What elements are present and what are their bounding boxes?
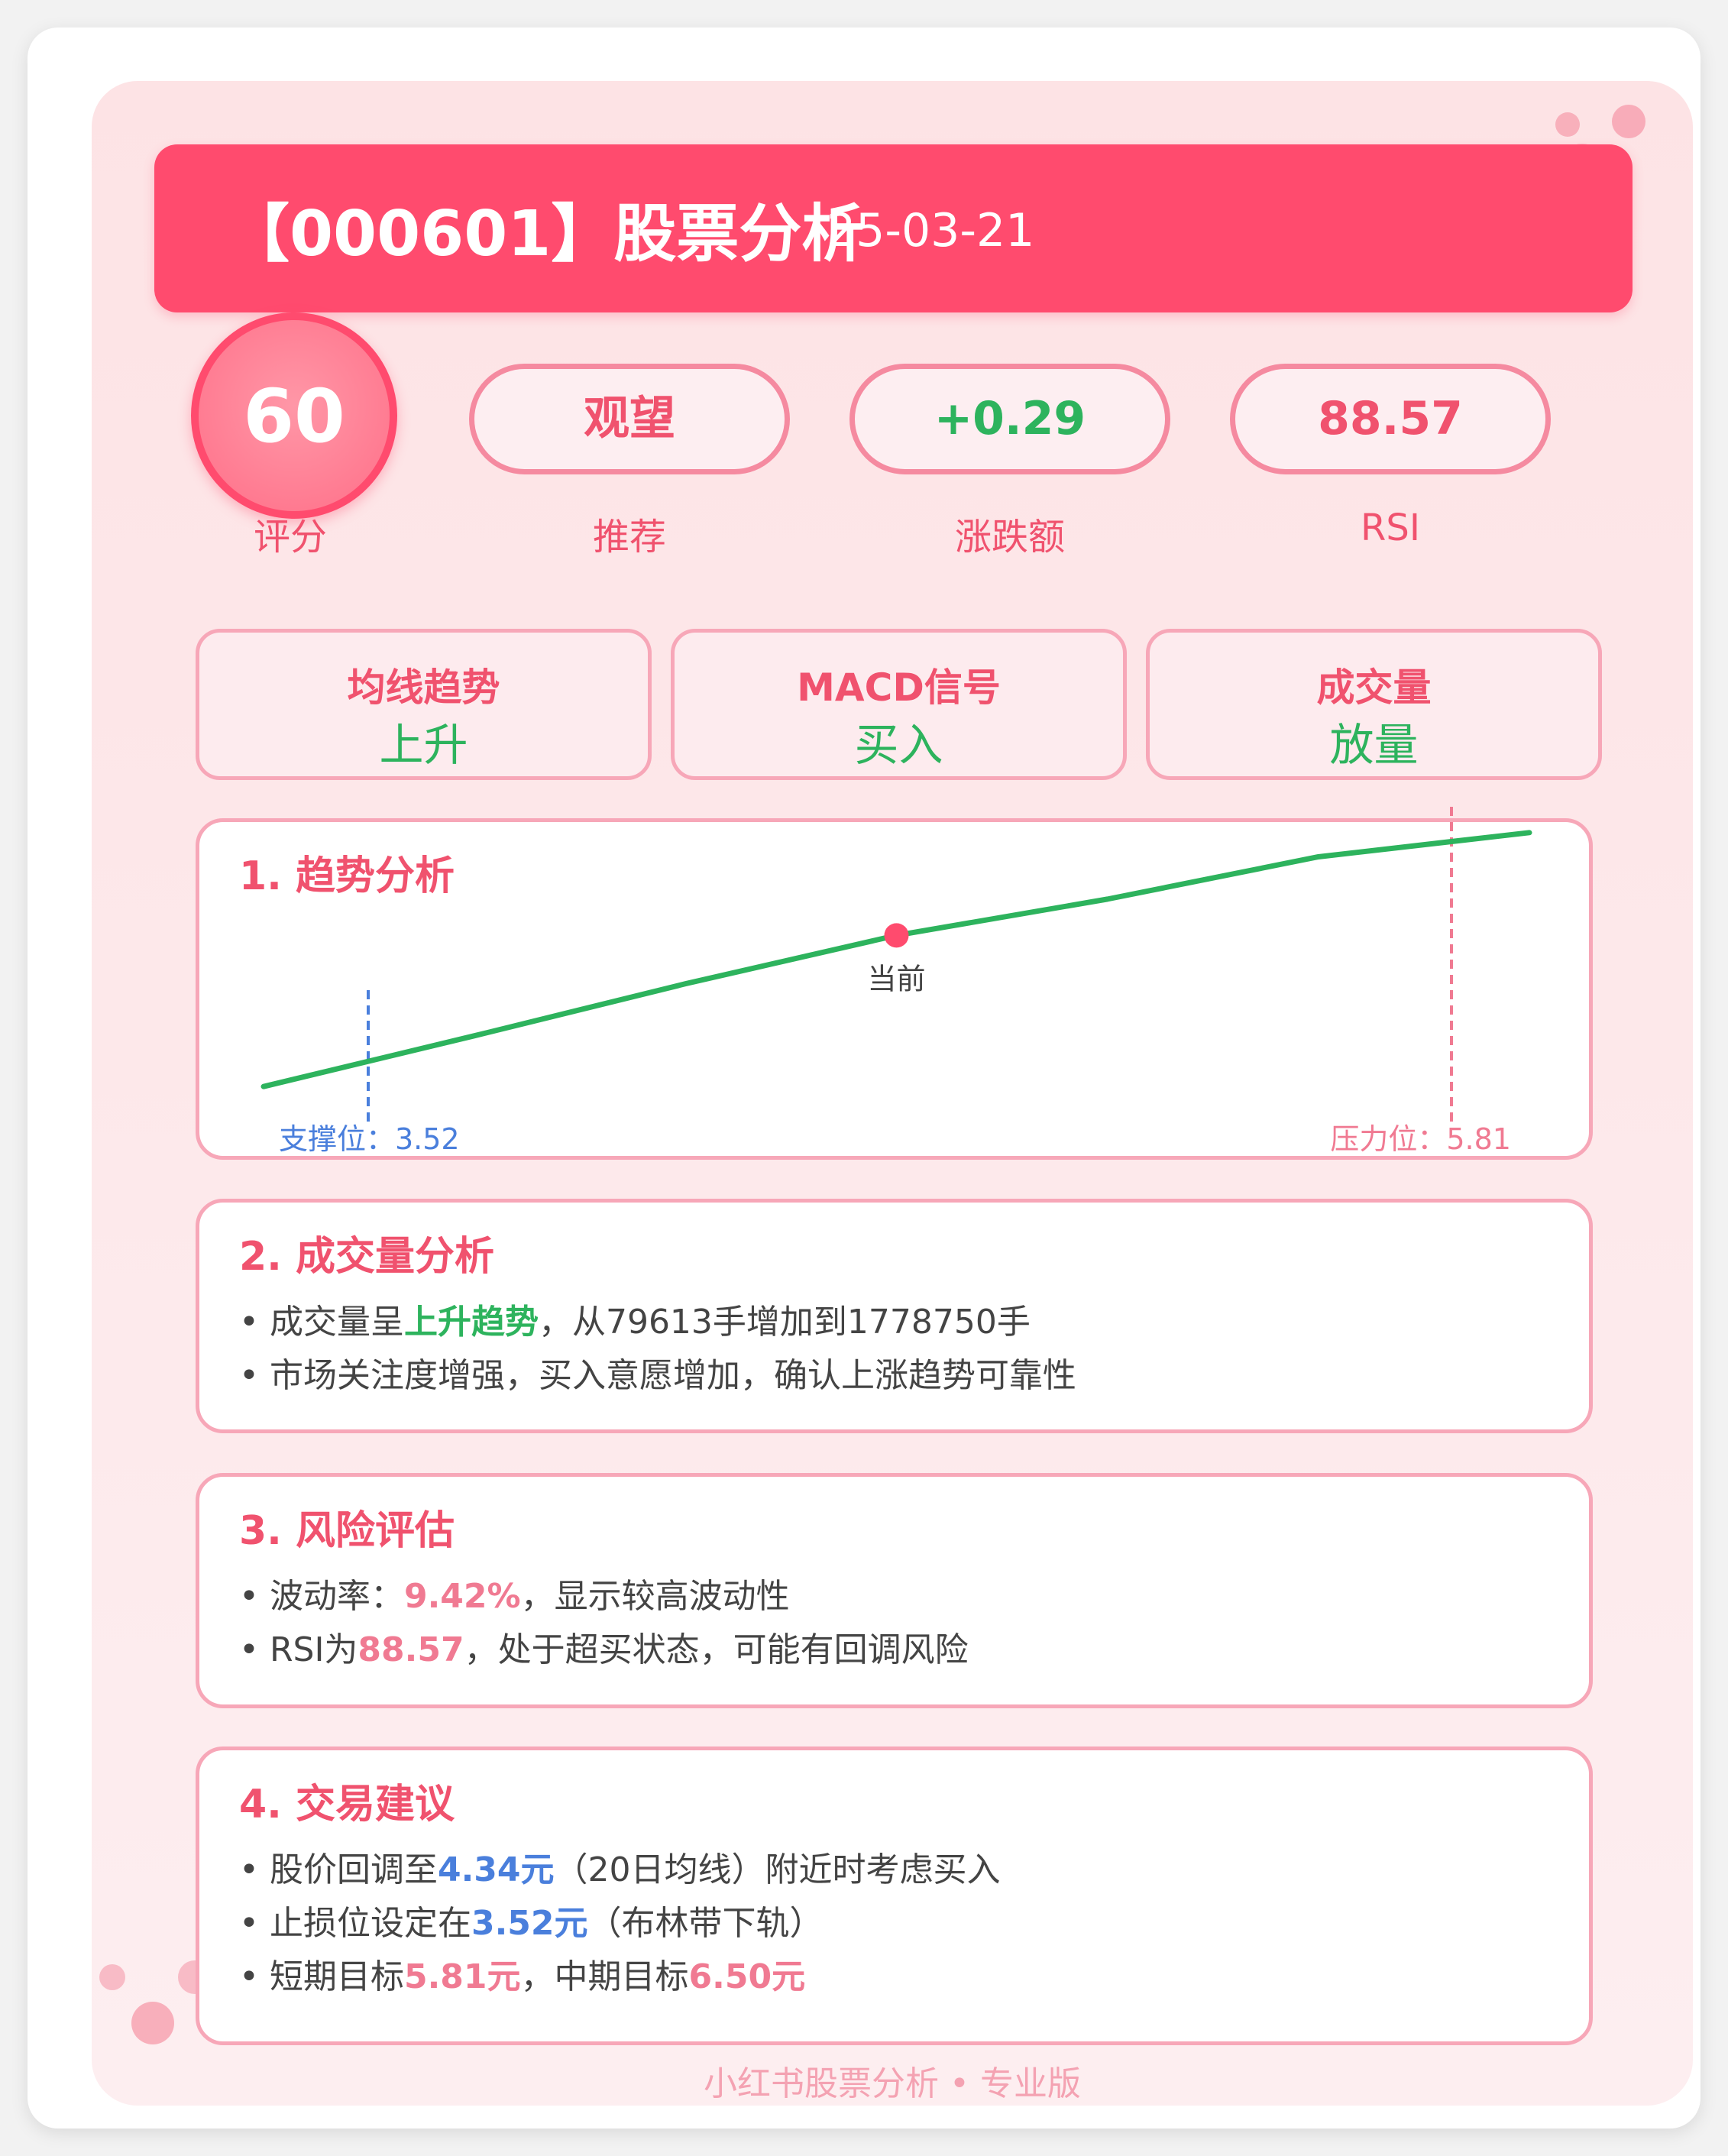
decor-dot <box>1555 112 1580 137</box>
decor-dot <box>99 1964 125 1990</box>
advice-bullet-1: • 股价回调至4.34元（20日均线）附近时考虑买入 <box>239 1850 1001 1889</box>
resistance-label: 压力位：5.81 <box>1330 1122 1511 1156</box>
rsi-value: 88.57 <box>1318 392 1463 445</box>
score-value: 60 <box>243 374 345 459</box>
volume-signal-label: 成交量 <box>1316 665 1432 710</box>
page-title: 【000601】股票分析 <box>227 198 865 270</box>
recommend-value: 观望 <box>584 392 675 445</box>
recommend-pill: 观望 <box>469 364 790 474</box>
advice-title: 4. 交易建议 <box>239 1782 455 1827</box>
risk-title: 3. 风险评估 <box>239 1508 455 1554</box>
page-frame: 【000601】股票分析 25-03-21 评分 60 观望 推荐 +0.29 … <box>28 28 1700 2128</box>
ma-trend-box: 均线趋势 上升 <box>196 629 652 780</box>
change-label: 涨跌额 <box>954 516 1065 558</box>
risk-bullet-2: • RSI为88.57，处于超买状态，可能有回调风险 <box>239 1630 969 1669</box>
volume-section: 2. 成交量分析 • 成交量呈上升趋势，从79613手增加到1778750手 •… <box>196 1199 1593 1433</box>
current-label: 当前 <box>867 962 925 995</box>
decor-dot <box>1612 105 1645 138</box>
trend-chart: 当前支撑位：3.52 压力位：5.81 <box>260 807 1532 1156</box>
volume-signal-box: 成交量 放量 <box>1146 629 1602 780</box>
ma-trend-value: 上升 <box>379 719 468 771</box>
volume-bullet-1: • 成交量呈上升趋势，从79613手增加到1778750手 <box>239 1303 1031 1342</box>
macd-signal-label: MACD信号 <box>797 665 1001 710</box>
decor-dot <box>131 2002 174 2044</box>
trend-section: 1. 趋势分析 当前 支撑位：3.52 压力位：5.81 <box>196 807 1593 1160</box>
macd-signal-value: 买入 <box>854 719 943 771</box>
trend-line <box>260 830 1532 1089</box>
footer-text: 小红书股票分析 • 专业版 <box>704 2064 1081 2103</box>
rsi-pill: 88.57 <box>1230 364 1551 474</box>
header-banner: 【000601】股票分析 25-03-21 <box>154 144 1633 312</box>
risk-section: 3. 风险评估 • 波动率：9.42%，显示较高波动性 • RSI为88.57，… <box>196 1473 1593 1708</box>
recommend-label: 推荐 <box>592 516 666 558</box>
ma-trend-label: 均线趋势 <box>347 665 500 710</box>
volume-title: 2. 成交量分析 <box>239 1234 495 1280</box>
rsi-label: RSI <box>1361 507 1420 549</box>
risk-bullet-1: • 波动率：9.42%，显示较高波动性 <box>239 1577 790 1616</box>
current-point <box>884 923 909 948</box>
score-circle: 60 <box>191 312 397 519</box>
change-value: +0.29 <box>934 392 1086 445</box>
advice-bullet-3: • 短期目标5.81元，中期目标6.50元 <box>239 1957 806 1996</box>
volume-bullet-2: • 市场关注度增强，买入意愿增加，确认上涨趋势可靠性 <box>239 1356 1076 1395</box>
advice-section: 4. 交易建议 • 股价回调至4.34元（20日均线）附近时考虑买入 • 止损位… <box>196 1746 1593 2045</box>
macd-signal-box: MACD信号 买入 <box>671 629 1127 780</box>
volume-signal-value: 放量 <box>1329 719 1419 771</box>
advice-bullet-2: • 止损位设定在3.52元（布林带下轨） <box>239 1904 824 1943</box>
support-label: 支撑位：3.52 <box>279 1122 460 1156</box>
change-pill: +0.29 <box>849 364 1170 474</box>
analysis-card: 【000601】股票分析 25-03-21 评分 60 观望 推荐 +0.29 … <box>92 81 1693 2106</box>
report-date: 25-03-21 <box>827 204 1035 257</box>
